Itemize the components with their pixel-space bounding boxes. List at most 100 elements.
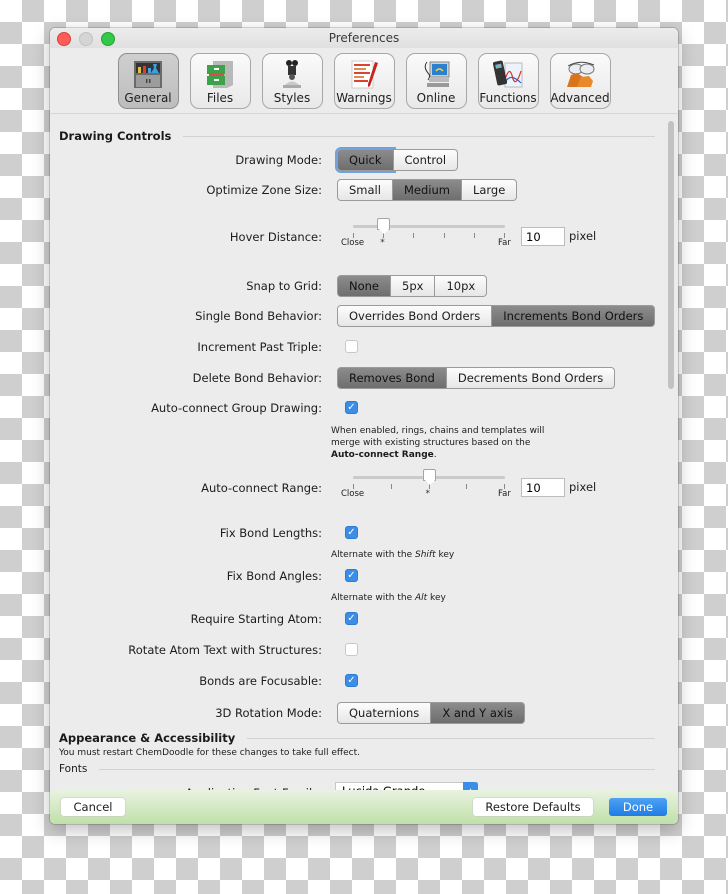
removes-bond-button[interactable]: Removes Bond: [337, 367, 447, 389]
minimize-window-button[interactable]: [79, 32, 93, 46]
auto-connect-hint-line2: merge with existing structures based on …: [331, 438, 531, 448]
tab-advanced[interactable]: Advanced: [549, 53, 611, 109]
drawing-mode-label: Drawing Mode:: [235, 153, 322, 167]
drawing-mode-quick-button[interactable]: Quick: [337, 149, 394, 171]
tab-styles-label: Styles: [273, 91, 311, 105]
drawing-mode-segmented: Quick Control: [337, 149, 459, 171]
snap-none-button[interactable]: None: [337, 275, 392, 297]
snap-to-grid-label: Snap to Grid:: [246, 279, 322, 293]
hover-distance-unit: pixel: [569, 229, 597, 243]
tab-styles[interactable]: Styles: [261, 53, 323, 109]
fix-bond-lengths-label: Fix Bond Lengths:: [219, 526, 322, 540]
hint-suffix: key: [435, 550, 455, 560]
drawing-mode-row: Drawing Mode: Quick Control: [50, 149, 670, 171]
drawing-controls-heading: Drawing Controls: [59, 129, 655, 143]
tab-files[interactable]: Files: [189, 53, 251, 109]
cancel-button[interactable]: Cancel: [61, 798, 125, 816]
zone-size-large-button[interactable]: Large: [461, 179, 518, 201]
fix-bond-lengths-checkbox[interactable]: ✓: [345, 526, 358, 539]
hover-distance-label: Hover Distance:: [229, 230, 322, 244]
restart-note: You must restart ChemDoodle for these ch…: [59, 748, 360, 758]
bonds-focusable-checkbox[interactable]: ✓: [345, 674, 358, 687]
rotate-atom-text-row: Rotate Atom Text with Structures:: [50, 639, 670, 661]
zone-size-medium-button[interactable]: Medium: [392, 179, 462, 201]
fix-bond-angles-checkbox[interactable]: ✓: [345, 569, 358, 582]
tab-general[interactable]: General: [117, 53, 179, 109]
zoom-window-button[interactable]: [101, 32, 115, 46]
bonds-focusable-label: Bonds are Focusable:: [199, 674, 322, 688]
calculator-graph-icon: [491, 59, 525, 89]
hint-suffix: key: [427, 593, 446, 603]
increments-bond-orders-button[interactable]: Increments Bond Orders: [492, 305, 656, 327]
increment-past-triple-label: Increment Past Triple:: [197, 340, 322, 354]
appearance-heading: Appearance & Accessibility: [59, 731, 655, 745]
preferences-scroll-area: Drawing Controls Drawing Mode: Quick Con…: [50, 115, 678, 792]
auto-connect-range-slider[interactable]: * Close Far: [341, 469, 511, 507]
fonts-heading-text: Fonts: [59, 763, 88, 775]
tab-functions-label: Functions: [479, 91, 537, 105]
overrides-bond-orders-button[interactable]: Overrides Bond Orders: [337, 305, 493, 327]
fix-bond-lengths-hint: Alternate with the Shift key: [331, 549, 454, 561]
auto-connect-hint-line3: Auto-connect Range.: [331, 449, 544, 461]
slider-default-marker: *: [380, 238, 385, 248]
rotate-atom-text-label: Rotate Atom Text with Structures:: [128, 643, 322, 657]
single-bond-behavior-row: Single Bond Behavior: Overrides Bond Ord…: [50, 305, 670, 327]
slider-tick: [473, 233, 475, 238]
slider-min-label: Close: [341, 489, 365, 499]
rotate-atom-text-checkbox[interactable]: [345, 643, 358, 656]
fix-bond-angles-hint: Alternate with the Alt key: [331, 592, 446, 604]
single-bond-behavior-segmented: Overrides Bond Orders Increments Bond Or…: [337, 305, 656, 327]
increment-past-triple-row: Increment Past Triple:: [50, 336, 670, 358]
single-bond-behavior-label: Single Bond Behavior:: [195, 309, 322, 323]
hover-distance-input[interactable]: [521, 227, 565, 246]
auto-connect-range-unit: pixel: [569, 480, 597, 494]
appearance-heading-text: Appearance & Accessibility: [59, 731, 236, 745]
rotation-mode-segmented: Quaternions X and Y axis: [337, 702, 525, 724]
hint-key: Shift: [415, 550, 436, 560]
preferences-toolbar: General Files Styles Warnings Online Fun…: [50, 48, 678, 114]
done-button[interactable]: Done: [609, 798, 667, 816]
optimize-zone-size-segmented: Small Medium Large: [337, 179, 518, 201]
delete-bond-behavior-label: Delete Bond Behavior:: [192, 371, 322, 385]
auto-connect-range-input[interactable]: [521, 478, 565, 497]
decrements-bond-orders-button[interactable]: Decrements Bond Orders: [446, 367, 616, 389]
tab-warnings[interactable]: Warnings: [333, 53, 395, 109]
increment-past-triple-checkbox[interactable]: [345, 340, 358, 353]
rotation-mode-row: 3D Rotation Mode: Quaternions X and Y ax…: [50, 702, 670, 724]
snap-to-grid-segmented: None 5px 10px: [337, 275, 488, 297]
auto-connect-group-row: Auto-connect Group Drawing: ✓: [50, 397, 670, 419]
window-title: Preferences: [328, 31, 400, 45]
fix-bond-angles-row: Fix Bond Angles: ✓: [50, 565, 670, 587]
hint-prefix: Alternate with the: [331, 593, 415, 603]
snap-5px-button[interactable]: 5px: [391, 275, 436, 297]
auto-connect-hint-bold: Auto-connect Range: [331, 450, 434, 460]
require-starting-atom-checkbox[interactable]: ✓: [345, 612, 358, 625]
xy-axis-button[interactable]: X and Y axis: [431, 702, 525, 724]
close-window-button[interactable]: [57, 32, 71, 46]
tab-online[interactable]: Online: [405, 53, 467, 109]
dialog-footer: Cancel Restore Defaults Done: [50, 790, 678, 824]
slider-thumb[interactable]: [377, 218, 391, 234]
auto-connect-group-checkbox[interactable]: ✓: [345, 401, 358, 414]
drawing-mode-control-button[interactable]: Control: [393, 149, 459, 171]
restore-defaults-button[interactable]: Restore Defaults: [473, 798, 593, 816]
slider-tick: [390, 484, 392, 489]
slider-thumb[interactable]: [422, 469, 436, 485]
optimize-zone-size-row: Optimize Zone Size: Small Medium Large: [50, 179, 670, 201]
quaternions-button[interactable]: Quaternions: [337, 702, 432, 724]
auto-connect-range-label: Auto-connect Range:: [201, 481, 322, 495]
tab-files-label: Files: [206, 91, 234, 105]
slider-default-marker: *: [425, 489, 431, 499]
auto-connect-range-row: Auto-connect Range: * Close Far pixel: [50, 469, 670, 507]
zone-size-small-button[interactable]: Small: [337, 179, 393, 201]
delete-bond-behavior-row: Delete Bond Behavior: Removes Bond Decre…: [50, 367, 670, 389]
hover-distance-slider[interactable]: * Close Far: [341, 218, 511, 256]
tab-functions[interactable]: Functions: [477, 53, 539, 109]
delete-bond-behavior-segmented: Removes Bond Decrements Bond Orders: [337, 367, 616, 389]
slider-max-label: Far: [498, 489, 511, 499]
snap-10px-button[interactable]: 10px: [435, 275, 488, 297]
hint-prefix: Alternate with the: [331, 550, 415, 560]
hover-distance-row: Hover Distance: * Close Far pixel: [50, 218, 670, 256]
optimize-zone-size-label: Optimize Zone Size:: [206, 183, 322, 197]
slider-max-label: Far: [498, 238, 511, 248]
